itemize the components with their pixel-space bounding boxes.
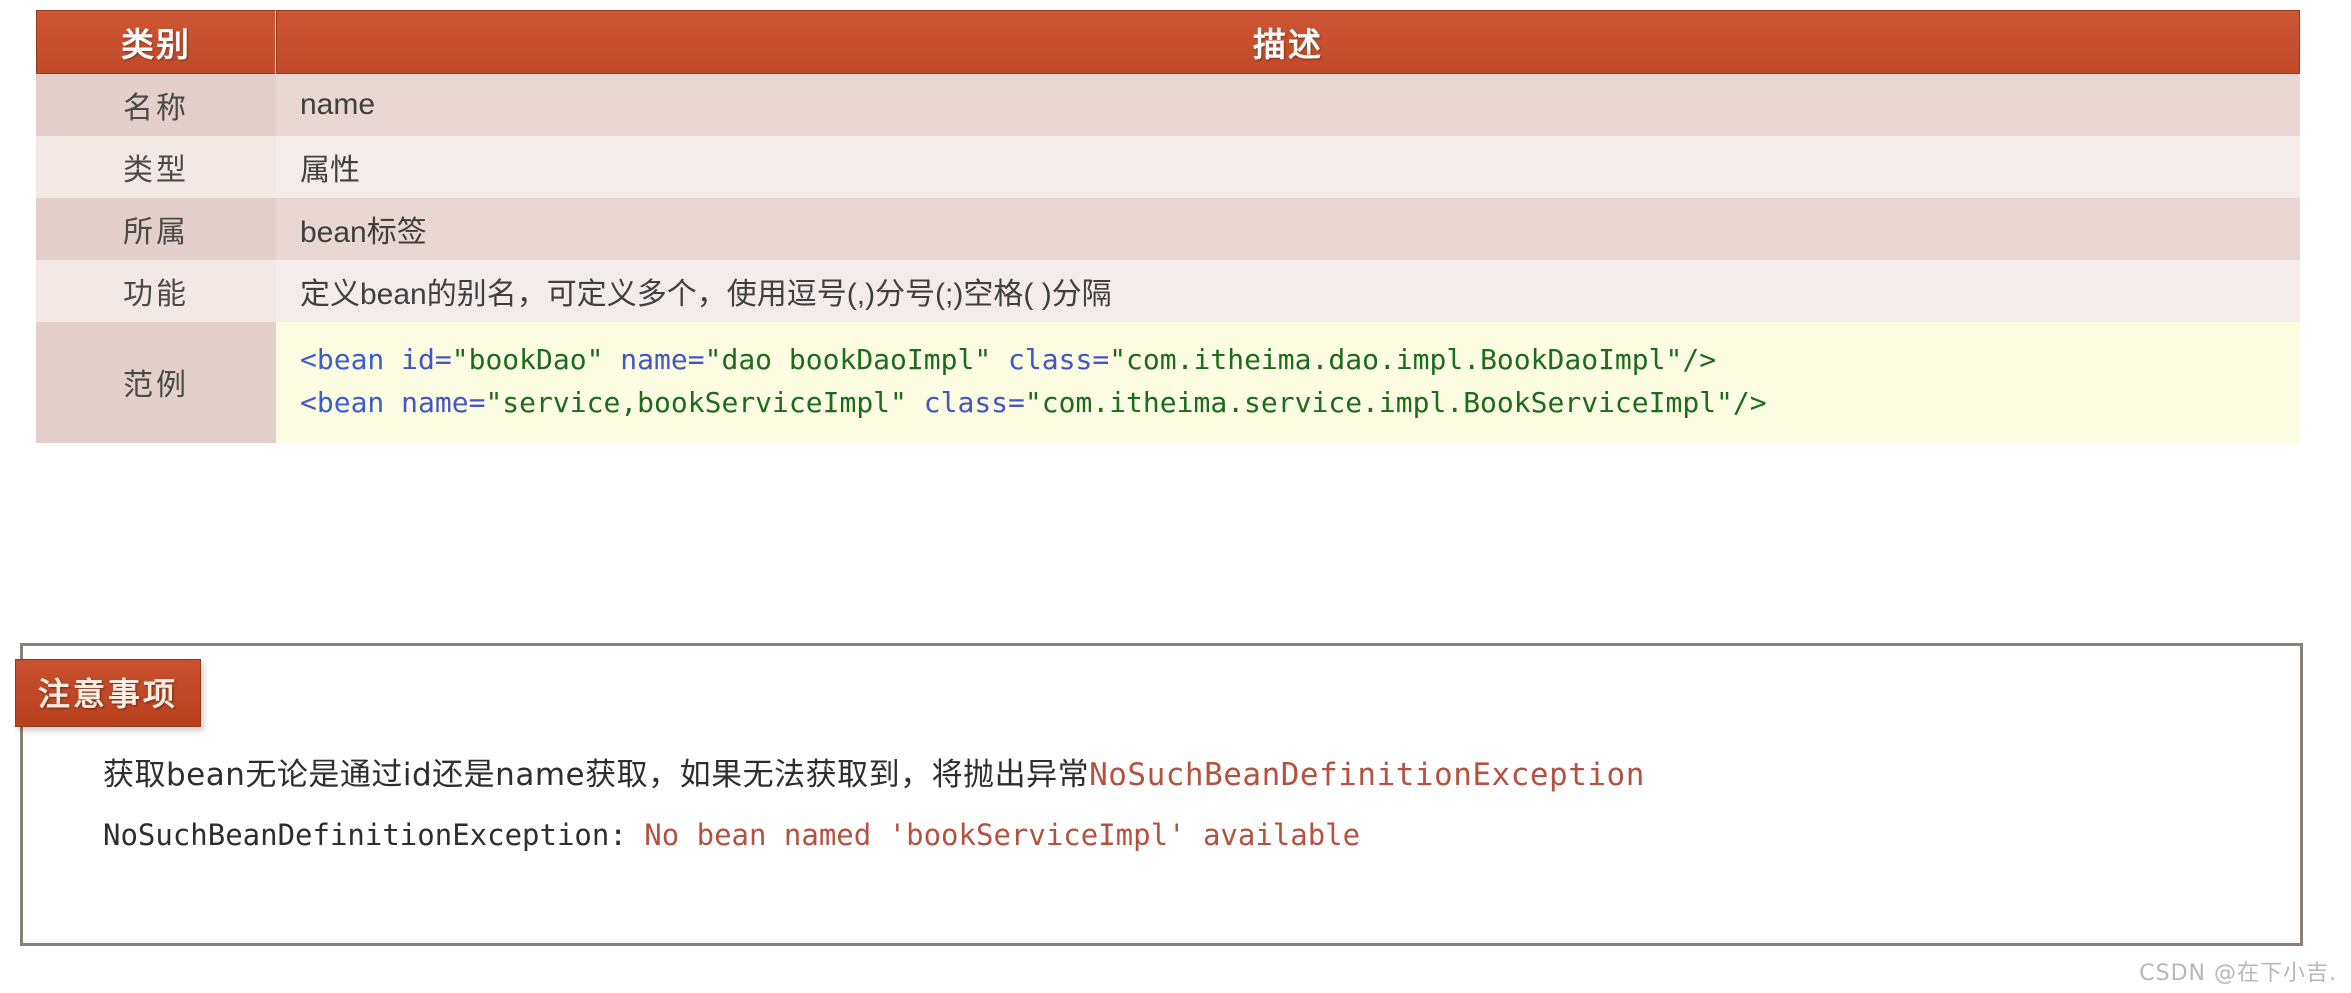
row-label-name: 名称 [36, 74, 276, 136]
code-line-2: <bean name="service,bookServiceImpl" cla… [300, 381, 2300, 424]
notice-box: 注意事项 获取bean无论是通过id还是name获取，如果无法获取到，将抛出异常… [15, 643, 2303, 946]
code-tag: <bean [300, 343, 402, 376]
row-label-sample: 范例 [36, 322, 276, 443]
row-value-function: 定义bean的别名，可定义多个，使用逗号(,)分号(;)空格( )分隔 [276, 260, 2300, 322]
table-row: 类型 属性 [36, 136, 2300, 198]
row-value-type: 属性 [276, 136, 2300, 198]
header-category: 类别 [36, 10, 276, 74]
notice-exception-message: No bean named 'bookServiceImpl' availabl… [644, 818, 1361, 853]
code-string: "dao bookDaoImpl" [704, 343, 992, 376]
header-description: 描述 [276, 10, 2300, 74]
notice-line-1: 获取bean无论是通过id还是name获取，如果无法获取到，将抛出异常NoSuc… [103, 750, 2270, 800]
table-row: 功能 定义bean的别名，可定义多个，使用逗号(,)分号(;)空格( )分隔 [36, 260, 2300, 322]
code-string: "com.itheima.dao.impl.BookDaoImpl"/> [1109, 343, 1717, 376]
csdn-watermark: CSDN @在下小吉. [2139, 961, 2337, 986]
code-attribute: name= [603, 343, 705, 376]
table-row-sample: 范例 <bean id="bookDao" name="dao bookDaoI… [36, 322, 2300, 443]
row-value-owner: bean标签 [276, 198, 2300, 260]
notice-exception-name: NoSuchBeanDefinitionException [1089, 757, 1645, 793]
row-label-type: 类型 [36, 136, 276, 198]
table-row: 名称 name [36, 74, 2300, 136]
notice-line-2: NoSuchBeanDefinitionException: No bean n… [103, 812, 2270, 859]
row-label-owner: 所属 [36, 198, 276, 260]
notice-line-1-text: 获取bean无论是通过id还是name获取，如果无法获取到，将抛出异常 [103, 757, 1090, 793]
code-string: "bookDao" [451, 343, 604, 376]
notice-body: 获取bean无论是通过id还是name获取，如果无法获取到，将抛出异常NoSuc… [103, 750, 2270, 859]
code-string: "com.itheima.service.impl.BookServiceImp… [1024, 386, 1767, 420]
table-header-row: 类别 描述 [36, 10, 2300, 74]
code-attribute: class= [991, 343, 1110, 376]
code-attribute: name= [401, 386, 486, 420]
row-label-function: 功能 [36, 260, 276, 322]
code-string: "service,bookServiceImpl" [485, 386, 907, 420]
table-row: 所属 bean标签 [36, 198, 2300, 260]
row-value-name: name [276, 74, 2300, 136]
notice-tab-label: 注意事项 [15, 659, 202, 727]
bean-name-attribute-table: 类别 描述 名称 name 类型 属性 所属 bean标签 功能 定义bean的… [36, 10, 2300, 443]
code-tag: <bean [300, 386, 402, 420]
notice-exception-prefix: NoSuchBeanDefinitionException: [103, 818, 645, 853]
code-attribute: id= [401, 343, 452, 376]
row-value-sample-code: <bean id="bookDao" name="dao bookDaoImpl… [276, 322, 2300, 443]
code-attribute: class= [906, 386, 1025, 420]
code-line-1: <bean id="bookDao" name="dao bookDaoImpl… [300, 338, 2300, 381]
